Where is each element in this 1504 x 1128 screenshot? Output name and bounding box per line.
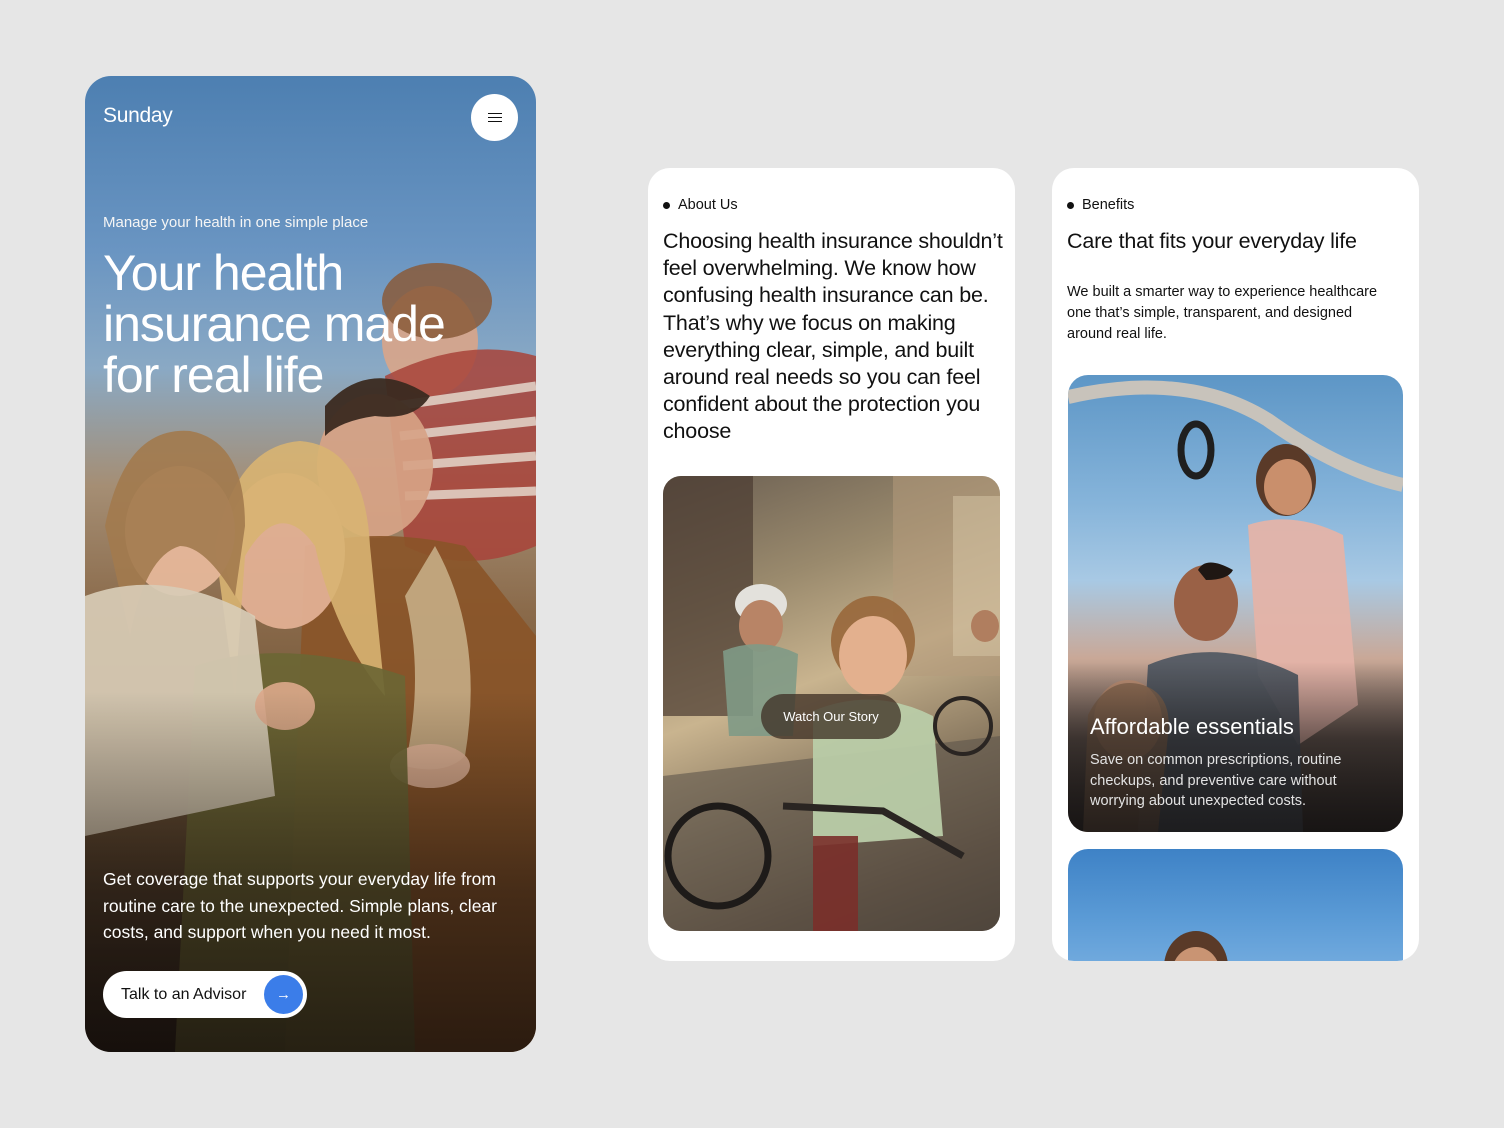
benefits-eyebrow: Benefits [1067,197,1134,213]
hero-eyebrow: Manage your health in one simple place [103,214,369,231]
benefit-card-description: Save on common prescriptions, routine ch… [1090,752,1342,809]
talk-to-advisor-button[interactable]: Talk to an Advisor → [103,971,307,1018]
menu-button[interactable] [471,94,518,141]
hero-description: Get coverage that supports your everyday… [103,869,497,942]
about-eyebrow-label: About Us [678,197,738,213]
benefit-card[interactable]: Affordable essentials Save on common pre… [1068,375,1403,832]
brand-logo[interactable]: Sunday [103,104,173,128]
benefits-screen: Benefits Care that fits your everyday li… [1052,168,1419,961]
arrow-right-icon[interactable]: → [264,975,303,1014]
benefits-eyebrow-label: Benefits [1082,197,1135,213]
watch-our-story-button[interactable]: Watch Our Story [761,694,901,739]
about-screen: About Us Choosing health insurance shoul… [648,168,1015,961]
about-text: Choosing health insurance shouldn’t feel… [663,229,1003,444]
cta-label: Talk to an Advisor [121,985,247,1003]
benefits-title: Care that fits your everyday life [1067,229,1357,253]
hamburger-icon [487,112,502,123]
benefit-card-title: Affordable essentials [1090,714,1294,739]
about-eyebrow: About Us [663,197,738,213]
hero-title: Your health insurance made for real life [103,245,446,403]
benefits-description: We built a smarter way to experience hea… [1067,284,1378,342]
smiling-woman-photo [1164,931,1228,961]
bullet-dot-icon [663,201,670,209]
benefit-card-next[interactable] [1068,849,1403,961]
bullet-dot-icon [1067,201,1074,209]
about-video[interactable]: Watch Our Story [663,476,1000,931]
hero-screen: Sunday Manage your health in one simple … [85,76,536,1052]
